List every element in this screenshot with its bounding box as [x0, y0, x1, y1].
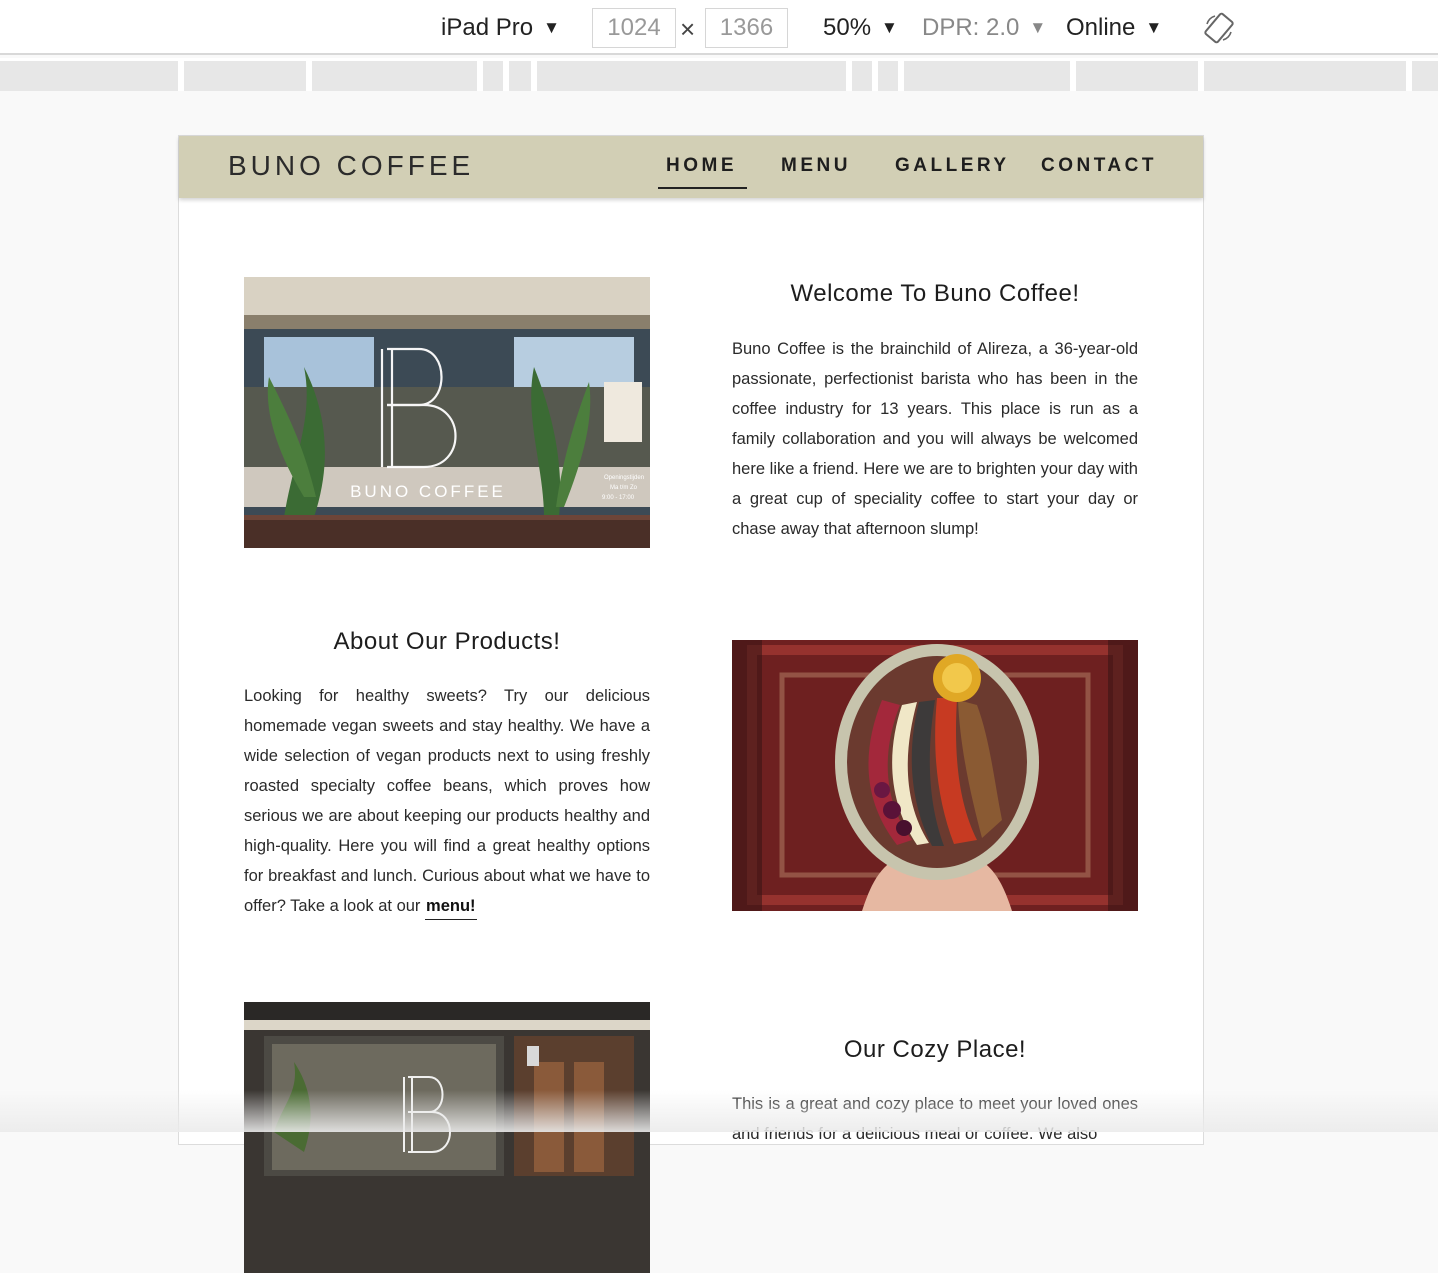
products-text: Looking for healthy sweets? Try our deli…	[244, 681, 650, 921]
zoom-select[interactable]: 50% ▼	[823, 9, 898, 47]
media-query-segment[interactable]	[878, 61, 898, 91]
dpr-caret-icon: ▼	[1029, 18, 1047, 37]
device-toolbar: iPad Pro ▼ 1024 × 1366 50% ▼ DPR: 2.0 ▼ Onl…	[0, 0, 1438, 55]
media-query-segment[interactable]	[537, 61, 846, 91]
menu-link[interactable]: menu!	[425, 897, 477, 920]
media-query-segment[interactable]	[1412, 61, 1438, 91]
height-input[interactable]: 1366	[705, 8, 788, 48]
products-text-body: Looking for healthy sweets? Try our deli…	[244, 687, 650, 915]
site-navbar: BUNO COFFEE HOME MENU GALLERY CONTACT	[179, 136, 1203, 198]
smoothie-bowl-photo	[732, 640, 1138, 911]
zoom-caret-icon: ▼	[881, 18, 898, 37]
media-query-segment[interactable]	[0, 61, 178, 91]
products-heading: About Our Products!	[333, 628, 561, 655]
storefront-sign-text: BUNO COFFEE	[350, 482, 506, 501]
dpr-select[interactable]: DPR: 2.0 ▼	[922, 9, 1046, 47]
site-brand[interactable]: BUNO COFFEE	[228, 150, 474, 182]
device-viewport: BUNO COFFEE HOME MENU GALLERY CONTACT BU…	[178, 135, 1204, 1273]
media-query-segment[interactable]	[852, 61, 872, 91]
cafe-storefront-photo	[244, 1002, 650, 1273]
media-query-segment[interactable]	[509, 61, 531, 91]
throttling-value: Online	[1066, 14, 1136, 41]
media-query-segment[interactable]	[904, 61, 1070, 91]
welcome-text: Buno Coffee is the brainchild of Alireza…	[732, 340, 1138, 538]
throttling-select[interactable]: Online ▼	[1066, 9, 1162, 47]
zoom-value: 50%	[823, 14, 872, 41]
media-query-segment[interactable]	[483, 61, 503, 91]
throttling-caret-icon: ▼	[1145, 18, 1163, 37]
shop-hours-line: 9:00 - 17:00	[602, 495, 635, 501]
dimension-separator: ×	[680, 14, 696, 44]
device-caret-icon: ▼	[543, 18, 560, 37]
media-query-segment[interactable]	[1204, 61, 1406, 91]
nav-gallery[interactable]: GALLERY	[895, 155, 1010, 177]
width-input[interactable]: 1024	[592, 8, 676, 48]
device-select[interactable]: iPad Pro ▼	[441, 9, 560, 47]
dpr-value: DPR: 2.0	[922, 14, 1020, 41]
nav-menu[interactable]: MENU	[781, 155, 851, 177]
nav-contact[interactable]: CONTACT	[1041, 155, 1157, 177]
media-query-segment[interactable]	[1076, 61, 1198, 91]
media-query-segment[interactable]	[184, 61, 306, 91]
media-query-bar	[0, 58, 1438, 91]
media-query-segment[interactable]	[312, 61, 477, 91]
device-name: iPad Pro	[441, 14, 534, 41]
cozy-place-heading: Our Cozy Place!	[843, 1036, 1027, 1063]
nav-home[interactable]: HOME	[658, 155, 747, 189]
cozy-place-text: This is a great and cozy place to meet y…	[732, 1095, 1138, 1143]
shop-hours-line: Ma t/m Zo	[610, 485, 638, 491]
cafe-window-photo: BUNO COFFEE Openingstijden Ma t/m Zo 9:0…	[244, 277, 650, 548]
rotate-icon[interactable]	[1203, 12, 1235, 44]
shop-hours-line: Openingstijden	[604, 475, 644, 481]
welcome-heading: Welcome To Buno Coffee!	[790, 280, 1080, 307]
